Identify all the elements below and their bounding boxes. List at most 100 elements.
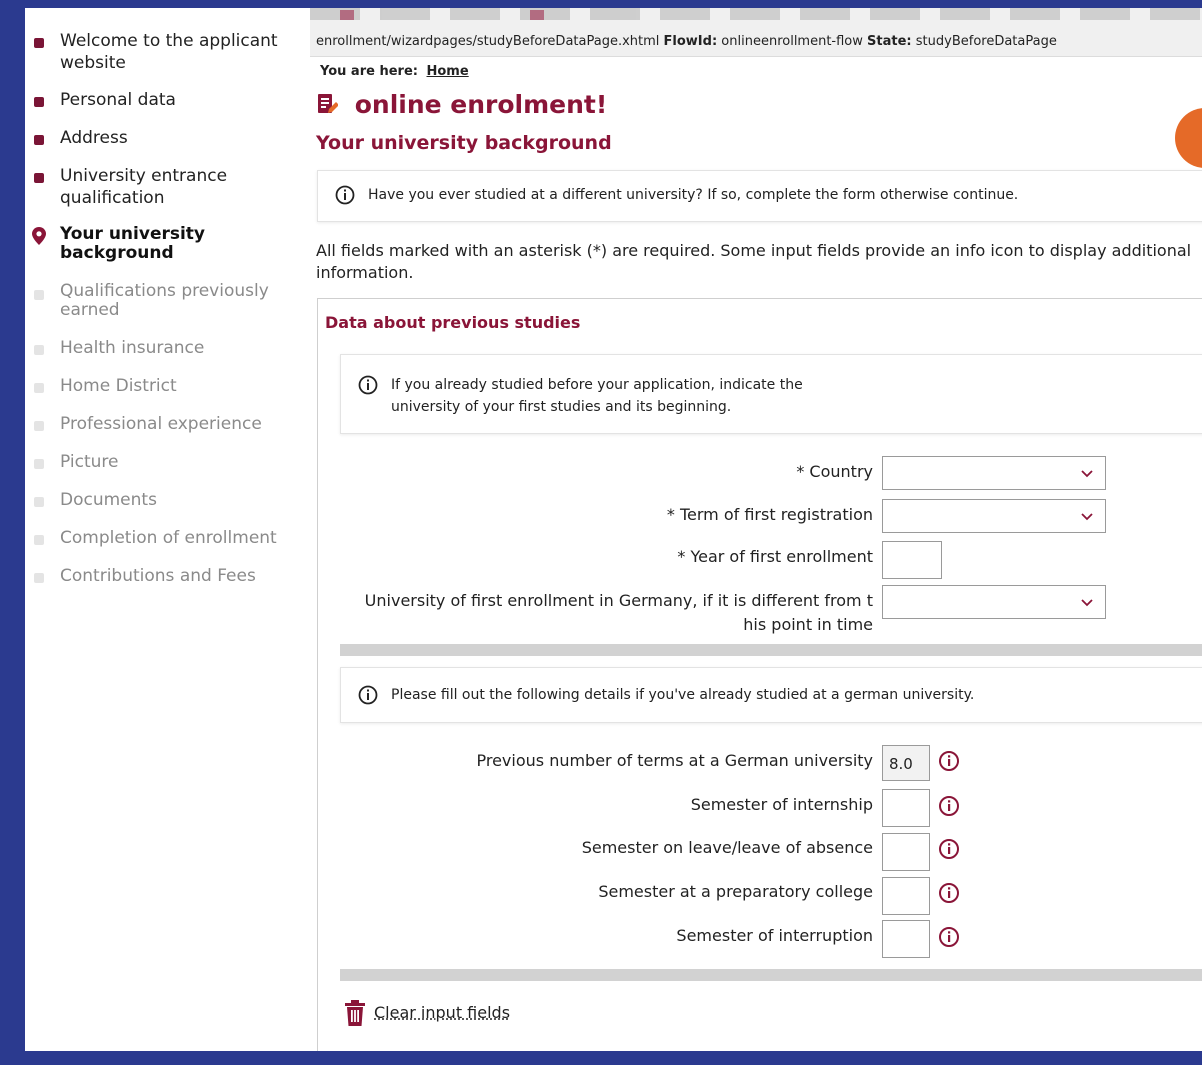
chevron-down-icon	[1081, 599, 1093, 607]
info-german-university-text: Please fill out the following details if…	[391, 687, 975, 703]
info-hint-box: Have you ever studied at a different uni…	[317, 170, 1202, 222]
section-divider	[340, 969, 1202, 981]
info-box-first-studies: If you already studied before your appli…	[340, 354, 1202, 434]
debug-flow-text: enrollment/wizardpages/studyBeforeDataPa…	[316, 34, 1057, 49]
sidebar-item-documents[interactable]: Documents	[32, 489, 302, 511]
sidebar-item-entrance-qualification[interactable]: University entrance qualification	[32, 165, 302, 209]
sidebar-item-label: Home District	[60, 376, 177, 396]
year-input[interactable]	[882, 541, 942, 579]
sidebar-item-label: Documents	[60, 490, 157, 510]
debug-flow-label: FlowId:	[663, 34, 718, 49]
interruption-label: Semester of interruption	[676, 926, 873, 945]
required-fields-note: All fields marked with an asterisk (*) a…	[316, 241, 1192, 282]
term-label: * Term of first registration	[666, 505, 873, 524]
debug-state-label: State:	[867, 34, 912, 49]
step-done-bullet	[34, 173, 44, 183]
sidebar-item-label: Health insurance	[60, 338, 205, 358]
info-icon	[335, 185, 355, 205]
info-hint-text: Have you ever studied at a different uni…	[368, 187, 1019, 203]
help-widget-button[interactable]	[1175, 108, 1202, 168]
step-done-bullet	[34, 97, 44, 107]
debug-marker	[340, 10, 354, 20]
sidebar-item-label: University entrance qualification	[60, 166, 228, 208]
university-label: University of first enrollment in German…	[365, 589, 873, 637]
sidebar-item-university-background[interactable]: Your university background	[32, 225, 302, 263]
sidebar-item-label: Your university background	[60, 224, 206, 263]
edit-document-icon	[318, 94, 338, 113]
window-border	[10, 8, 25, 1057]
section-divider	[340, 644, 1202, 656]
internship-input[interactable]	[882, 789, 930, 827]
sidebar-item-address[interactable]: Address	[32, 127, 302, 149]
sidebar-item-qualifications[interactable]: Qualifications previously earned	[32, 282, 302, 320]
step-pending-bullet	[34, 290, 44, 300]
panel-title: Data about previous studies	[325, 313, 581, 332]
info-first-studies-text: If you already studied before your appli…	[391, 377, 803, 415]
trash-icon	[345, 1000, 365, 1026]
info-icon	[358, 685, 378, 705]
year-label: * Year of first enrollment	[677, 547, 873, 566]
breadcrumb-home-link[interactable]: Home	[427, 64, 469, 79]
term-select[interactable]	[882, 499, 1106, 533]
chevron-down-icon	[1081, 513, 1093, 521]
step-pending-bullet	[34, 497, 44, 507]
sidebar-item-label: Welcome to the applicant website	[60, 31, 278, 73]
debug-flow-value: onlineenrollment-flow	[721, 34, 863, 49]
info-icon[interactable]	[938, 882, 960, 904]
info-icon[interactable]	[938, 795, 960, 817]
sidebar-item-label: Contributions and Fees	[60, 566, 256, 586]
breadcrumb-prefix: You are here:	[320, 64, 418, 79]
clear-input-fields-label: Clear input fields	[374, 1003, 511, 1022]
info-icon[interactable]	[938, 926, 960, 948]
page-title-text: online enrolment!	[354, 90, 608, 119]
leave-input[interactable]	[882, 833, 930, 871]
sidebar-item-label: Qualifications previously earned	[60, 281, 269, 320]
debug-info-bar: enrollment/wizardpages/studyBeforeDataPa…	[310, 8, 1202, 57]
prev-terms-label: Previous number of terms at a German uni…	[476, 751, 873, 770]
location-pin-icon	[32, 227, 46, 245]
sidebar-item-professional-experience[interactable]: Professional experience	[32, 413, 302, 435]
info-icon[interactable]	[938, 838, 960, 860]
wizard-step-navigation: Welcome to the applicant website Persona…	[32, 30, 302, 601]
sidebar-item-completion[interactable]: Completion of enrollment	[32, 527, 302, 549]
sidebar-item-label: Picture	[60, 452, 119, 472]
sidebar-item-personal-data[interactable]: Personal data	[32, 89, 302, 111]
sidebar-item-welcome[interactable]: Welcome to the applicant website	[32, 30, 302, 74]
section-title: Your university background	[316, 132, 612, 154]
university-label-line2: his point in time	[743, 615, 873, 634]
sidebar-item-label: Address	[60, 128, 128, 148]
prev-terms-input[interactable]: 8.0	[882, 745, 930, 781]
step-pending-bullet	[34, 421, 44, 431]
university-select[interactable]	[882, 585, 1106, 619]
app-window: Welcome to the applicant website Persona…	[10, 8, 1202, 1057]
debug-strip-cut-off	[310, 8, 1202, 20]
sidebar-item-home-district[interactable]: Home District	[32, 375, 302, 397]
university-label-line1: University of first enrollment in German…	[364, 591, 873, 610]
sidebar-item-fees[interactable]: Contributions and Fees	[32, 565, 302, 587]
internship-label: Semester of internship	[690, 795, 873, 814]
window-border	[10, 1051, 1202, 1057]
step-pending-bullet	[34, 345, 44, 355]
chevron-down-icon	[1081, 470, 1093, 478]
step-done-bullet	[34, 135, 44, 145]
prep-college-label: Semester at a preparatory college	[598, 882, 873, 901]
breadcrumb: You are here: Home	[320, 64, 469, 79]
sidebar-item-health-insurance[interactable]: Health insurance	[32, 337, 302, 359]
sidebar-item-label: Personal data	[60, 90, 176, 110]
sidebar-item-picture[interactable]: Picture	[32, 451, 302, 473]
step-pending-bullet	[34, 383, 44, 393]
step-pending-bullet	[34, 459, 44, 469]
info-icon[interactable]	[938, 750, 960, 772]
country-select[interactable]	[882, 456, 1106, 490]
interruption-input[interactable]	[882, 920, 930, 958]
debug-state-value: studyBeforeDataPage	[915, 34, 1057, 49]
step-done-bullet	[34, 38, 44, 48]
leave-label: Semester on leave/leave of absence	[581, 838, 873, 857]
debug-marker	[530, 10, 544, 20]
page-title: online enrolment!	[316, 90, 607, 119]
previous-studies-panel: Data about previous studies If you alrea…	[317, 298, 1202, 1056]
info-box-german-university: Please fill out the following details if…	[340, 667, 1202, 723]
sidebar-item-label: Professional experience	[60, 414, 262, 434]
step-pending-bullet	[34, 535, 44, 545]
prep-college-input[interactable]	[882, 877, 930, 915]
